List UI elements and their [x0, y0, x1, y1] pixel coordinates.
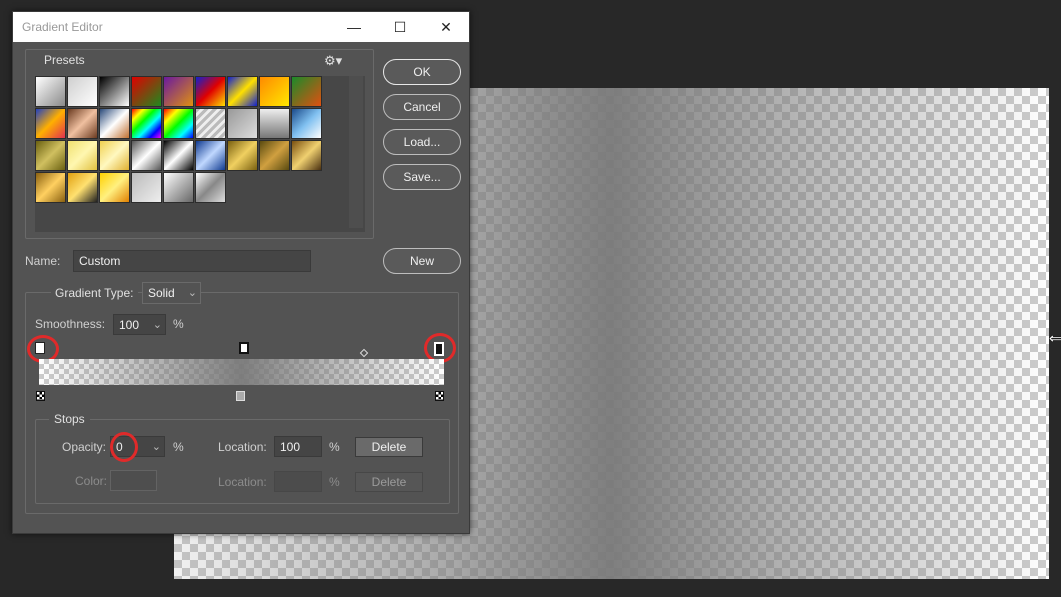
new-button[interactable]: New — [383, 248, 461, 274]
preset-swatch[interactable] — [227, 108, 258, 139]
resize-cursor-icon: ⟺ — [1048, 330, 1061, 346]
preset-swatch[interactable] — [195, 140, 226, 171]
cancel-button[interactable]: Cancel — [383, 94, 461, 120]
preset-swatch[interactable] — [131, 108, 162, 139]
preset-swatch[interactable] — [291, 108, 322, 139]
preset-swatch[interactable] — [99, 76, 130, 107]
presets-menu-gear-icon[interactable]: ⚙▾ — [324, 53, 342, 69]
presets-scrollbar[interactable] — [349, 76, 363, 228]
preset-swatch[interactable] — [163, 108, 194, 139]
preset-swatch[interactable] — [259, 76, 290, 107]
gradient-editor-dialog: Gradient Editor — ☐ ✕ Presets ⚙▾ OK Canc… — [12, 11, 470, 534]
preset-swatch[interactable] — [163, 172, 194, 203]
preset-swatch[interactable] — [99, 172, 130, 203]
preset-swatch[interactable] — [259, 140, 290, 171]
preset-swatch[interactable] — [67, 140, 98, 171]
maximize-button[interactable]: ☐ — [377, 12, 423, 42]
preset-swatch[interactable] — [35, 140, 66, 171]
preset-swatch[interactable] — [99, 140, 130, 171]
color-stop-left[interactable] — [36, 391, 45, 401]
color-stop-middle[interactable] — [236, 391, 245, 401]
color-delete-button[interactable]: Delete — [355, 472, 423, 492]
preset-swatch[interactable] — [227, 76, 258, 107]
opacity-location-unit: % — [329, 440, 340, 454]
gradient-preview-fill — [39, 359, 444, 385]
chevron-down-icon[interactable]: ⌄ — [152, 437, 161, 457]
preset-swatch[interactable] — [67, 76, 98, 107]
preset-swatch[interactable] — [35, 172, 66, 203]
preset-swatch[interactable] — [131, 76, 162, 107]
close-button[interactable]: ✕ — [423, 12, 469, 42]
preset-swatch[interactable] — [259, 108, 290, 139]
preset-swatch[interactable] — [67, 108, 98, 139]
gradient-preview-bar[interactable] — [39, 359, 444, 385]
gradient-type-value: Solid — [148, 286, 175, 300]
presets-label: Presets — [39, 53, 90, 67]
preset-swatch[interactable] — [195, 108, 226, 139]
opacity-location-label: Location: — [218, 440, 267, 454]
save-button[interactable]: Save... — [383, 164, 461, 190]
preset-swatch[interactable] — [227, 140, 258, 171]
color-location-input[interactable] — [274, 471, 322, 492]
smoothness-value: 100 — [119, 318, 140, 332]
title-bar: Gradient Editor — ☐ ✕ — [13, 12, 469, 42]
preset-swatch[interactable] — [163, 76, 194, 107]
opacity-location-input[interactable]: 100 — [274, 436, 322, 457]
preset-swatch[interactable] — [195, 172, 226, 203]
preset-swatch[interactable] — [99, 108, 130, 139]
preset-swatch[interactable] — [195, 76, 226, 107]
chevron-down-icon[interactable]: ⌄ — [153, 315, 162, 335]
smoothness-input[interactable]: 100 ⌄ — [113, 314, 166, 335]
opacity-delete-button[interactable]: Delete — [355, 437, 423, 457]
highlight-circle-opacity — [110, 432, 138, 462]
color-swatch[interactable] — [110, 470, 157, 491]
preset-swatch-grid — [35, 76, 365, 232]
gradient-type-dropdown[interactable]: Solid ⌄ — [142, 282, 201, 304]
opacity-stop-middle[interactable] — [239, 342, 249, 354]
preset-swatch[interactable] — [67, 172, 98, 203]
ok-button[interactable]: OK — [383, 59, 461, 85]
load-button[interactable]: Load... — [383, 129, 461, 155]
opacity-label: Opacity: — [62, 440, 107, 454]
color-stop-right[interactable] — [435, 391, 444, 401]
minimize-button[interactable]: — — [331, 12, 377, 42]
preset-swatch[interactable] — [163, 140, 194, 171]
name-label: Name: — [25, 254, 61, 268]
smoothness-label: Smoothness: — [35, 317, 106, 331]
gradient-name-input[interactable]: Custom — [73, 250, 311, 272]
color-location-unit: % — [329, 475, 340, 489]
smoothness-unit: % — [173, 317, 184, 331]
color-label: Color: — [75, 474, 108, 488]
color-location-label: Location: — [218, 475, 267, 489]
preset-swatch[interactable] — [35, 76, 66, 107]
preset-swatch[interactable] — [131, 172, 162, 203]
preset-swatch[interactable] — [131, 140, 162, 171]
dialog-title: Gradient Editor — [22, 20, 103, 34]
chevron-down-icon: ⌄ — [187, 287, 197, 299]
opacity-unit: % — [173, 440, 184, 454]
preset-swatch[interactable] — [291, 76, 322, 107]
preset-swatch[interactable] — [35, 108, 66, 139]
preset-swatch[interactable] — [291, 140, 322, 171]
gradient-type-label: Gradient Type: — [51, 286, 138, 300]
stops-label: Stops — [49, 412, 90, 426]
